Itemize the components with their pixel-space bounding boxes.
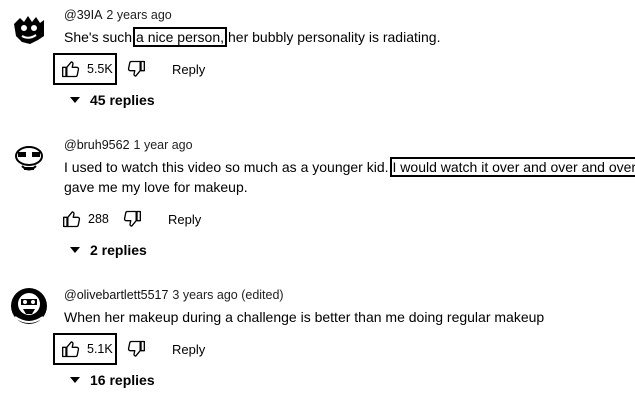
view-replies-button[interactable]: 45 replies [70, 92, 155, 108]
comment-author[interactable]: @olivebartlett5517 [64, 288, 168, 302]
comment-meta: @39IA 2 years ago [64, 8, 172, 22]
comment-time[interactable]: 3 years ago (edited) [172, 288, 283, 302]
comment-meta: @bruh9562 1 year ago [64, 138, 193, 152]
comment-text-highlight: a nice person, [133, 27, 227, 47]
like-count: 5.1K [87, 342, 113, 356]
replies-count: 2 replies [90, 242, 147, 258]
view-replies-button[interactable]: 16 replies [70, 372, 155, 388]
avatar[interactable] [10, 287, 48, 325]
view-replies-button[interactable]: 2 replies [70, 242, 147, 258]
like-button[interactable]: 5.5K [53, 53, 117, 85]
comment-author[interactable]: @39IA [64, 8, 102, 22]
thumbs-down-icon [126, 59, 146, 79]
comment-text: When her makeup during a challenge is be… [64, 309, 545, 325]
caret-down-icon [70, 97, 80, 103]
replies-count: 16 replies [90, 372, 155, 388]
avatar[interactable] [10, 140, 48, 178]
reply-button[interactable]: Reply [172, 334, 205, 364]
comment-text-highlight: I would watch it over and over and over. [389, 157, 635, 177]
comment-text-part: She's such [64, 29, 133, 45]
thumbs-up-icon [61, 59, 81, 79]
comment-text-part: her bubbly personality is radiating. [228, 29, 441, 45]
like-count: 5.5K [87, 62, 113, 76]
comment-text-part: I used to watch this video so much as a … [64, 159, 389, 175]
reply-button[interactable]: Reply [168, 204, 201, 234]
comment-time[interactable]: 2 years ago [106, 8, 171, 22]
thumbs-up-icon [61, 339, 81, 359]
caret-down-icon [70, 247, 80, 253]
comment-author[interactable]: @bruh9562 [64, 138, 130, 152]
dislike-button[interactable] [126, 54, 146, 84]
comment-text: I used to watch this video so much as a … [64, 156, 635, 178]
dislike-button[interactable] [126, 334, 146, 364]
comment-meta: @olivebartlett5517 3 years ago (edited) [64, 288, 284, 302]
avatar[interactable] [10, 10, 48, 48]
comment-text-line2: gave me my love for makeup. [64, 179, 248, 195]
thumbs-down-icon [126, 339, 146, 359]
thumbs-up-icon [62, 209, 82, 229]
dislike-button[interactable] [122, 204, 142, 234]
thumbs-down-icon [122, 209, 142, 229]
reply-button[interactable]: Reply [172, 54, 205, 84]
like-button[interactable]: 5.1K [53, 333, 117, 365]
caret-down-icon [70, 377, 80, 383]
replies-count: 45 replies [90, 92, 155, 108]
comment-time[interactable]: 1 year ago [134, 138, 193, 152]
like-button[interactable]: 288 [62, 204, 109, 234]
like-count: 288 [88, 212, 109, 226]
comment-text: She's such a nice person, her bubbly perso… [64, 26, 440, 48]
